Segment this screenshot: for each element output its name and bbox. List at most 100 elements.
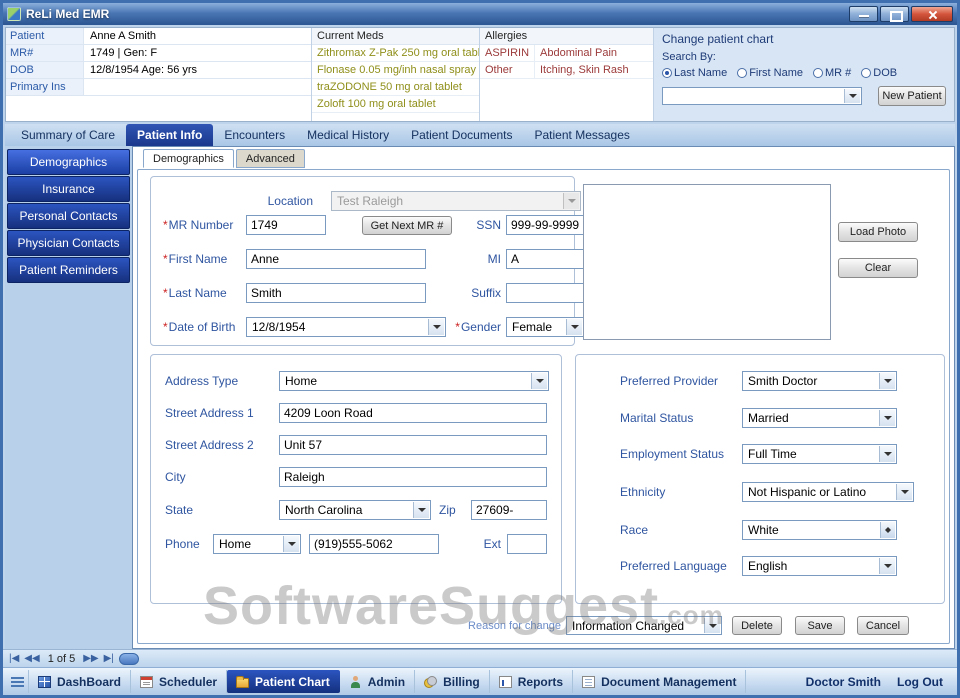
- clear-photo-button[interactable]: Clear: [838, 258, 918, 278]
- load-photo-button[interactable]: Load Photo: [838, 222, 918, 242]
- ssn-input[interactable]: [506, 215, 584, 235]
- mr-number-input[interactable]: [246, 215, 326, 235]
- phone-type-value: Home: [219, 537, 252, 551]
- scroll-thumb[interactable]: [118, 652, 139, 665]
- location-select[interactable]: Test Raleigh: [331, 191, 581, 211]
- ext-label: Ext: [483, 537, 501, 551]
- sidebar-item-patient-reminders[interactable]: Patient Reminders: [7, 257, 130, 283]
- last-record-button[interactable]: ▶|: [104, 653, 114, 664]
- reason-for-change-select[interactable]: Information Changed: [566, 616, 722, 635]
- coins-icon: [424, 675, 438, 688]
- required-marker: *: [455, 320, 460, 334]
- state-select[interactable]: North Carolina: [279, 500, 431, 520]
- taskbar-item-reports[interactable]: Reports: [490, 670, 574, 693]
- chart-icon: [498, 675, 512, 688]
- ssn-label: SSN: [476, 218, 501, 232]
- phone-input[interactable]: [309, 534, 439, 554]
- sidebar-item-physician-contacts[interactable]: Physician Contacts: [7, 230, 130, 256]
- radio-mr-number[interactable]: MR #: [812, 67, 851, 79]
- delete-button[interactable]: Delete: [732, 616, 782, 635]
- ext-input[interactable]: [507, 534, 547, 554]
- cancel-button[interactable]: Cancel: [857, 616, 909, 635]
- taskbar-item-document-management[interactable]: Document Management: [573, 670, 747, 693]
- marital-status-select[interactable]: Married: [742, 408, 897, 428]
- close-button[interactable]: [911, 6, 953, 22]
- med-item: traZODONE 50 mg oral tablet: [312, 79, 479, 96]
- radio-last-name[interactable]: Last Name: [662, 67, 727, 79]
- zip-input[interactable]: [471, 500, 547, 520]
- taskbar-item-label: DashBoard: [57, 674, 122, 689]
- new-patient-button[interactable]: New Patient: [878, 86, 946, 106]
- ethnicity-select[interactable]: Not Hispanic or Latino: [742, 482, 914, 502]
- street-address-1-input[interactable]: [279, 403, 547, 423]
- address-type-select[interactable]: Home: [279, 371, 549, 391]
- personal-info-groupbox: Location Test Raleigh *MR Number Get Nex…: [150, 176, 584, 346]
- patient-photo-box: [583, 184, 831, 340]
- chevron-down-icon[interactable]: [844, 89, 860, 103]
- chevron-down-icon: [879, 410, 895, 426]
- employment-status-select[interactable]: Full Time: [742, 444, 897, 464]
- race-select[interactable]: White: [742, 520, 897, 540]
- tab-summary-of-care[interactable]: Summary of Care: [10, 124, 126, 146]
- tab-encounters[interactable]: Encounters: [213, 124, 296, 146]
- med-item: Flonase 0.05 mg/inh nasal spray: [312, 62, 479, 79]
- tab-patient-messages[interactable]: Patient Messages: [524, 124, 641, 146]
- phone-type-select[interactable]: Home: [213, 534, 301, 554]
- taskbar-item-dashboard[interactable]: DashBoard: [29, 670, 132, 693]
- radio-icon: [861, 68, 872, 78]
- next-record-button[interactable]: ▶▶: [83, 653, 98, 664]
- city-label: City: [165, 470, 186, 484]
- preferred-language-select[interactable]: English: [742, 556, 897, 576]
- minimize-button[interactable]: [849, 6, 878, 22]
- scrollbar-icon[interactable]: [880, 522, 895, 538]
- taskbar-item-patient-chart[interactable]: Patient Chart: [227, 670, 340, 693]
- chevron-down-icon: [413, 502, 429, 518]
- document-icon: [582, 675, 596, 688]
- taskbar-item-label: Reports: [517, 674, 564, 689]
- location-value: Test Raleigh: [337, 194, 404, 208]
- chevron-down-icon: [879, 373, 895, 389]
- sidebar-item-insurance[interactable]: Insurance: [7, 176, 130, 202]
- suffix-input[interactable]: [506, 283, 584, 303]
- taskbar-item-billing[interactable]: Billing: [415, 670, 490, 693]
- sidebar-item-personal-contacts[interactable]: Personal Contacts: [7, 203, 130, 229]
- gender-select[interactable]: Female: [506, 317, 584, 337]
- taskbar-item-scheduler[interactable]: Scheduler: [131, 670, 228, 693]
- patient-info-content: Demographics Advanced Location Test Rale…: [132, 146, 955, 649]
- preferred-language-label: Preferred Language: [620, 559, 727, 573]
- save-button[interactable]: Save: [795, 616, 845, 635]
- patient-search-combobox[interactable]: [662, 87, 862, 105]
- dob-value: 12/8/1954: [252, 320, 306, 334]
- radio-icon: [812, 68, 823, 78]
- city-input[interactable]: [279, 467, 547, 487]
- tab-medical-history[interactable]: Medical History: [296, 124, 400, 146]
- employment-status-label: Employment Status: [620, 447, 725, 461]
- sidebar: Demographics Insurance Personal Contacts…: [5, 146, 132, 649]
- street-address-2-input[interactable]: [279, 435, 547, 455]
- change-chart-header: Change patient chart: [662, 32, 774, 46]
- mi-input[interactable]: [506, 249, 584, 269]
- last-name-input[interactable]: [246, 283, 426, 303]
- subtab-demographics[interactable]: Demographics: [143, 149, 234, 168]
- radio-first-name[interactable]: First Name: [737, 67, 803, 79]
- subtab-advanced[interactable]: Advanced: [235, 149, 305, 168]
- tab-patient-info[interactable]: Patient Info: [126, 124, 214, 146]
- maximize-button[interactable]: [880, 6, 909, 22]
- allergies-panel: Allergies ASPIRIN Abdominal Pain Other Itc…: [479, 28, 653, 121]
- tab-patient-documents[interactable]: Patient Documents: [400, 124, 523, 146]
- preferred-provider-select[interactable]: Smith Doctor: [742, 371, 897, 391]
- first-name-input[interactable]: [246, 249, 426, 269]
- date-of-birth-select[interactable]: 12/8/1954: [246, 317, 446, 337]
- address-groupbox: Address Type Home Street Address 1 Stree…: [150, 354, 562, 604]
- marital-status-label: Marital Status: [620, 411, 694, 425]
- taskbar-item-admin[interactable]: Admin: [340, 670, 416, 693]
- last-name-label: *Last Name: [163, 286, 227, 300]
- first-record-button[interactable]: |◀: [9, 653, 19, 664]
- radio-dob[interactable]: DOB: [861, 67, 897, 79]
- current-meds-header: Current Meds: [312, 28, 479, 45]
- log-out-button[interactable]: Log Out: [897, 675, 943, 689]
- previous-record-button[interactable]: ◀◀: [24, 653, 39, 664]
- sidebar-item-demographics[interactable]: Demographics: [7, 149, 130, 175]
- taskbar-menu-button[interactable]: [7, 670, 29, 693]
- preferred-language-value: English: [748, 559, 788, 573]
